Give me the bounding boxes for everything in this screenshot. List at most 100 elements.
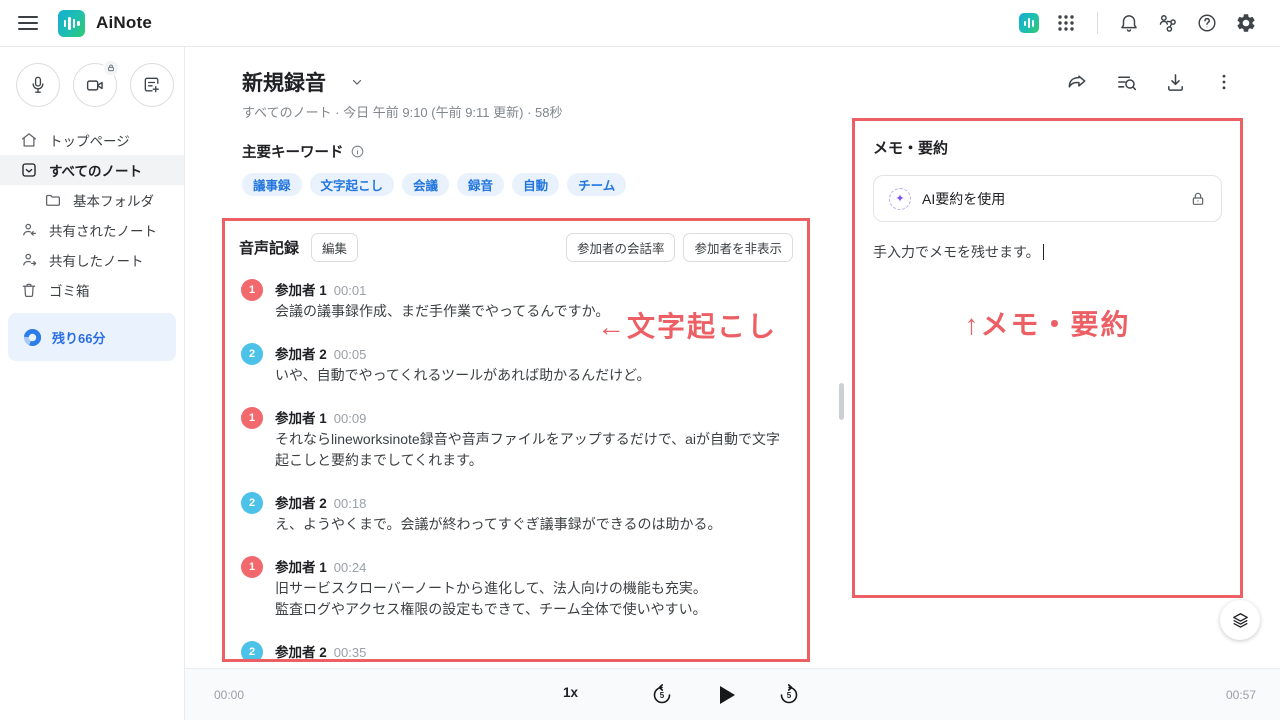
share-icon[interactable] — [1065, 70, 1089, 94]
entry-timestamp[interactable]: 00:09 — [334, 411, 367, 426]
search-transcript-icon[interactable] — [1114, 70, 1138, 94]
entry-timestamp[interactable]: 00:35 — [334, 645, 367, 660]
home-icon — [20, 131, 38, 149]
transcript-entry[interactable]: 2 参加者 2 00:05 いや、自動でやってくれるツールがあれば助かるんだけど… — [239, 343, 793, 386]
entry-text: いや、自動でやってくれるツールがあれば助かるんだけど。 — [275, 365, 793, 386]
entry-timestamp[interactable]: 00:05 — [334, 347, 367, 362]
ai-sparkle-icon: ✦ — [889, 188, 911, 210]
keyword-pill[interactable]: 会議 — [402, 173, 449, 196]
memo-input-text: 手入力でメモを残せます。 — [873, 244, 1040, 260]
sidebar-item-label: ゴミ箱 — [49, 280, 90, 300]
current-time: 00:00 — [214, 688, 244, 702]
settings-gear-icon[interactable] — [1234, 11, 1258, 35]
record-audio-button[interactable] — [16, 63, 60, 107]
speaker-avatar: 1 — [241, 279, 263, 301]
forward-5-button[interactable]: 5 — [777, 683, 801, 707]
entry-text: 監査ログやアクセス権限の設定もできて、チーム全体で使いやすい。 — [275, 599, 793, 620]
entry-text: それならlineworksinote録音や音声ファイルをアップするだけで、aiが… — [275, 429, 793, 471]
rewind-seconds-label: 5 — [660, 691, 665, 700]
topbar-divider — [1097, 12, 1098, 34]
sidebar-item-shared-by-me[interactable]: 共有したノート — [0, 245, 184, 275]
player-bar: 00:00 1x 5 5 00:57 — [185, 668, 1280, 720]
ainote-mini-logo-icon[interactable] — [1019, 13, 1039, 33]
sidebar-item-label: 共有したノート — [49, 250, 144, 270]
keyword-pill[interactable]: 自動 — [512, 173, 559, 196]
keyword-pill[interactable]: チーム — [567, 173, 626, 196]
lock-icon — [1190, 191, 1206, 207]
new-note-button[interactable] — [130, 63, 174, 107]
entry-timestamp[interactable]: 00:01 — [334, 283, 367, 298]
transcript-entry[interactable]: 1 参加者 1 00:01 会議の議事録作成、まだ手作業でやってるんですか。 — [239, 279, 793, 322]
entry-text: え、ようやくまで。会議が終わってすぐぎ議事録ができるのは助かる。 — [275, 514, 793, 535]
speaker-avatar: 1 — [241, 407, 263, 429]
sidebar-item-top-page[interactable]: トップページ — [0, 125, 184, 155]
play-icon — [720, 686, 735, 704]
memo-title: メモ・要約 — [873, 137, 1222, 158]
transcript-panel: 音声記録 編集 参加者の会話率 参加者を非表示 ←文字起こし 1 参加者 1 0… — [222, 218, 810, 662]
app-title: AiNote — [96, 13, 152, 33]
more-kebab-icon[interactable] — [1212, 70, 1236, 94]
keyword-pill[interactable]: 議事録 — [242, 173, 302, 196]
speaker-avatar: 2 — [241, 492, 263, 514]
sidebar-item-all-notes[interactable]: すべてのノート — [0, 155, 184, 185]
layers-fab-button[interactable] — [1220, 600, 1260, 640]
note-title: 新規録音 — [242, 67, 326, 97]
speaker-avatar: 1 — [241, 556, 263, 578]
sidebar-item-label: 基本フォルダ — [73, 190, 154, 210]
top-bar: AiNote — [0, 0, 1280, 47]
entry-timestamp[interactable]: 00:24 — [334, 560, 367, 575]
sidebar-item-basic-folder[interactable]: 基本フォルダ — [0, 185, 184, 215]
rewind-5-button[interactable]: 5 — [650, 683, 674, 707]
download-icon[interactable] — [1163, 70, 1187, 94]
keyword-pills: 議事録 文字起こし 会議 録音 自動 チーム — [242, 173, 626, 196]
total-time: 00:57 — [1226, 688, 1256, 702]
remaining-minutes-badge[interactable]: 残り66分 — [8, 313, 176, 361]
help-icon[interactable] — [1195, 11, 1219, 35]
entry-text: 旧サービスクローバーノートから進化して、法人向けの機能も充実。 — [275, 578, 793, 599]
hamburger-menu-icon[interactable] — [18, 16, 38, 30]
speaker-name: 参加者 1 — [275, 279, 327, 299]
trash-icon — [20, 281, 38, 299]
speaker-name: 参加者 1 — [275, 556, 327, 576]
brand[interactable]: AiNote — [58, 10, 152, 37]
edit-button[interactable]: 編集 — [311, 233, 358, 262]
notifications-bell-icon[interactable] — [1117, 11, 1141, 35]
talk-rate-button[interactable]: 参加者の会話率 — [566, 233, 676, 262]
layers-icon — [1231, 611, 1250, 630]
ainote-logo-icon — [58, 10, 85, 37]
title-chevron-down-icon[interactable] — [350, 75, 364, 89]
transcript-entry[interactable]: 2 参加者 2 00:18 え、ようやくまで。会議が終わってすぐぎ議事録ができる… — [239, 492, 793, 535]
entry-timestamp[interactable]: 00:18 — [334, 496, 367, 511]
usage-donut-icon — [23, 328, 42, 347]
apps-grid-icon[interactable] — [1054, 11, 1078, 35]
sidebar-item-label: 共有されたノート — [49, 220, 157, 240]
shared-in-icon — [20, 221, 38, 239]
shared-out-icon — [20, 251, 38, 269]
organization-share-icon[interactable] — [1156, 11, 1180, 35]
ai-summary-label: AI要約を使用 — [922, 189, 1005, 209]
sidebar-item-trash[interactable]: ゴミ箱 — [0, 275, 184, 305]
ai-summary-button[interactable]: ✦ AI要約を使用 — [873, 175, 1222, 222]
text-caret — [1043, 244, 1045, 260]
folder-icon — [44, 191, 62, 209]
speaker-avatar: 2 — [241, 343, 263, 365]
vertical-scrollbar-thumb[interactable] — [839, 383, 844, 420]
transcript-title: 音声記録 — [239, 237, 299, 258]
memo-text-input[interactable]: 手入力でメモを残せます。 — [873, 242, 1222, 262]
speaker-name: 参加者 2 — [275, 641, 327, 661]
transcript-entry[interactable]: 1 参加者 1 00:09 それならlineworksinote録音や音声ファイ… — [239, 407, 793, 471]
all-notes-icon — [20, 161, 38, 179]
play-button[interactable] — [713, 683, 737, 707]
playback-speed-button[interactable]: 1x — [563, 685, 578, 700]
keyword-pill[interactable]: 録音 — [457, 173, 504, 196]
note-meta: すべてのノート · 今日 午前 9:10 (午前 9:11 更新) · 58秒 — [242, 102, 563, 121]
transcript-entry[interactable]: 2 参加者 2 00:35 しかも — [239, 641, 793, 662]
transcript-entry[interactable]: 1 参加者 1 00:24 旧サービスクローバーノートから進化して、法人向けの機… — [239, 556, 793, 620]
keywords-label: 主要キーワード — [242, 141, 344, 162]
speaker-name: 参加者 2 — [275, 343, 327, 363]
hide-participants-button[interactable]: 参加者を非表示 — [683, 233, 793, 262]
info-icon[interactable] — [350, 144, 365, 159]
sidebar-item-shared-with-me[interactable]: 共有されたノート — [0, 215, 184, 245]
record-video-button[interactable] — [73, 63, 117, 107]
keyword-pill[interactable]: 文字起こし — [310, 173, 395, 196]
